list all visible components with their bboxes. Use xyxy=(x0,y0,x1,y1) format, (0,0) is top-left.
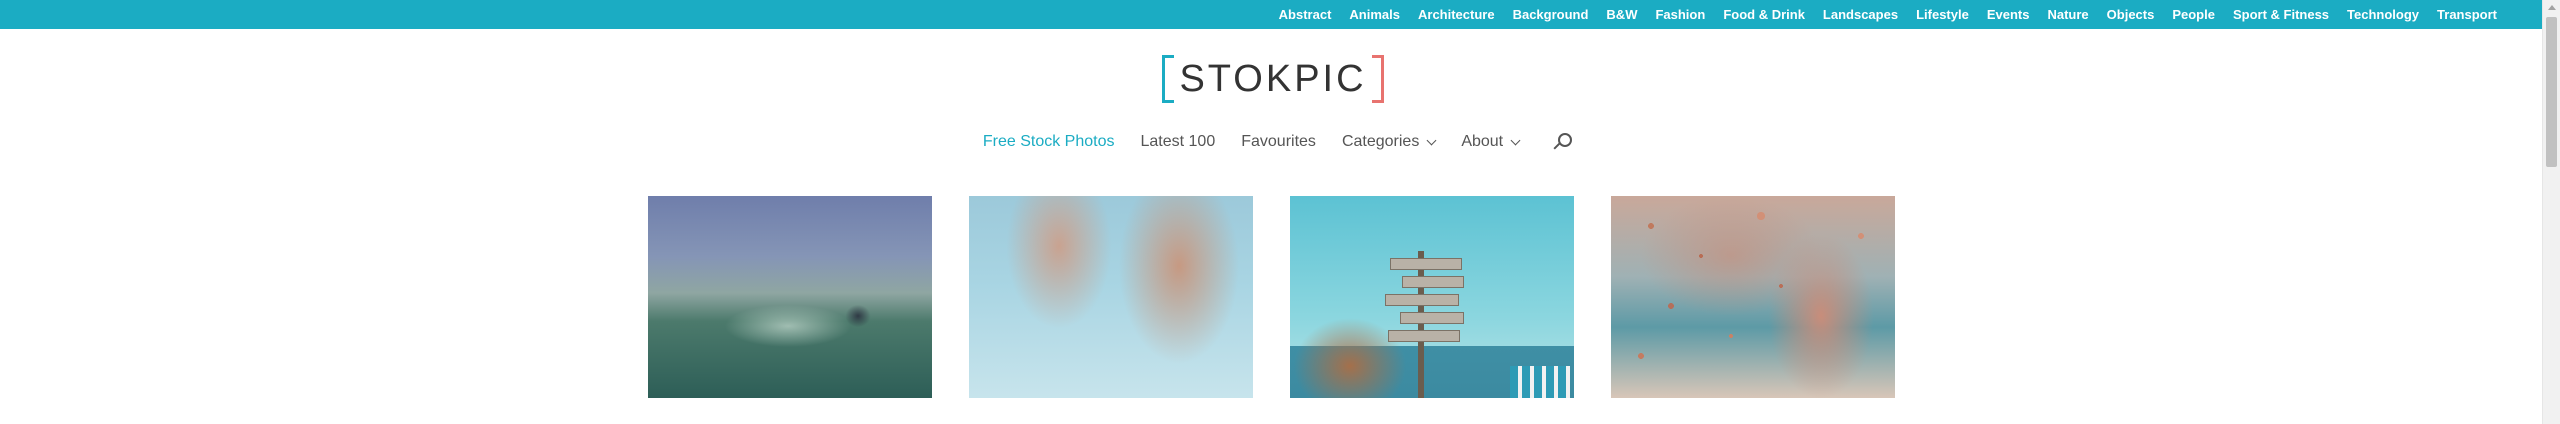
scrollbar-thumb[interactable] xyxy=(2546,17,2557,167)
category-link-nature[interactable]: Nature xyxy=(2047,7,2088,22)
photo-thumbnail-women-legs-sky[interactable] xyxy=(969,196,1253,398)
category-link-lifestyle[interactable]: Lifestyle xyxy=(1916,7,1969,22)
nav-item-label: Categories xyxy=(1341,133,1420,150)
signpost-board xyxy=(1388,330,1460,342)
signpost-board xyxy=(1385,294,1459,306)
nav-item-categories[interactable]: Categories xyxy=(1341,133,1437,151)
category-bar: Abstract Animals Architecture Background… xyxy=(0,0,2542,29)
photo-thumbnail-beach-signpost[interactable] xyxy=(1290,196,1574,398)
search-icon[interactable] xyxy=(1553,133,1573,151)
category-link-sport-fitness[interactable]: Sport & Fitness xyxy=(2233,7,2329,22)
scroll-up-arrow-icon[interactable] xyxy=(2548,5,2556,10)
signpost-board xyxy=(1402,276,1464,288)
logo-bracket-right xyxy=(1372,55,1384,103)
signpost-pole xyxy=(1418,251,1424,398)
nav-item-favourites[interactable]: Favourites xyxy=(1241,133,1316,151)
category-link-architecture[interactable]: Architecture xyxy=(1418,7,1495,22)
photo-thumbnail-water-splash[interactable] xyxy=(648,196,932,398)
category-link-fashion[interactable]: Fashion xyxy=(1655,7,1705,22)
nav-item-label: Latest 100 xyxy=(1140,133,1216,150)
category-link-abstract[interactable]: Abstract xyxy=(1279,7,1332,22)
main-nav: Free Stock Photos Latest 100 Favourites … xyxy=(0,130,2542,154)
chevron-down-icon xyxy=(1426,135,1437,145)
category-list: Abstract Animals Architecture Background… xyxy=(1261,0,2497,29)
signpost-board xyxy=(1400,312,1464,324)
nav-item-label: Favourites xyxy=(1241,133,1316,150)
category-link-objects[interactable]: Objects xyxy=(2107,7,2155,22)
logo-text: STOKPIC xyxy=(1179,58,1367,100)
beach-hut xyxy=(1510,366,1570,398)
category-link-background[interactable]: Background xyxy=(1513,7,1589,22)
category-link-events[interactable]: Events xyxy=(1987,7,2030,22)
category-link-food-drink[interactable]: Food & Drink xyxy=(1723,7,1805,22)
signpost-board xyxy=(1390,258,1462,270)
search-icon-ring xyxy=(1558,133,1573,147)
category-link-technology[interactable]: Technology xyxy=(2347,7,2419,22)
category-link-animals[interactable]: Animals xyxy=(1349,7,1400,22)
vertical-scrollbar[interactable] xyxy=(2542,0,2560,424)
page: Abstract Animals Architecture Background… xyxy=(0,0,2560,424)
nav-item-latest-100[interactable]: Latest 100 xyxy=(1141,133,1216,151)
category-link-people[interactable]: People xyxy=(2172,7,2215,22)
search-icon-handle xyxy=(1553,142,1561,150)
category-link-transport[interactable]: Transport xyxy=(2437,7,2497,22)
nav-item-free-stock-photos[interactable]: Free Stock Photos xyxy=(983,133,1115,151)
nav-item-label: About xyxy=(1461,133,1504,150)
nav-item-about[interactable]: About xyxy=(1461,133,1521,151)
sand-particles xyxy=(1611,196,1895,398)
category-link-landscapes[interactable]: Landscapes xyxy=(1823,7,1898,22)
photo-thumbnail-woman-beach-sand[interactable] xyxy=(1611,196,1895,398)
category-link-bw[interactable]: B&W xyxy=(1606,7,1637,22)
site-logo[interactable]: STOKPIC xyxy=(1162,55,1384,107)
nav-item-label: Free Stock Photos xyxy=(982,133,1115,150)
chevron-down-icon xyxy=(1510,135,1521,145)
